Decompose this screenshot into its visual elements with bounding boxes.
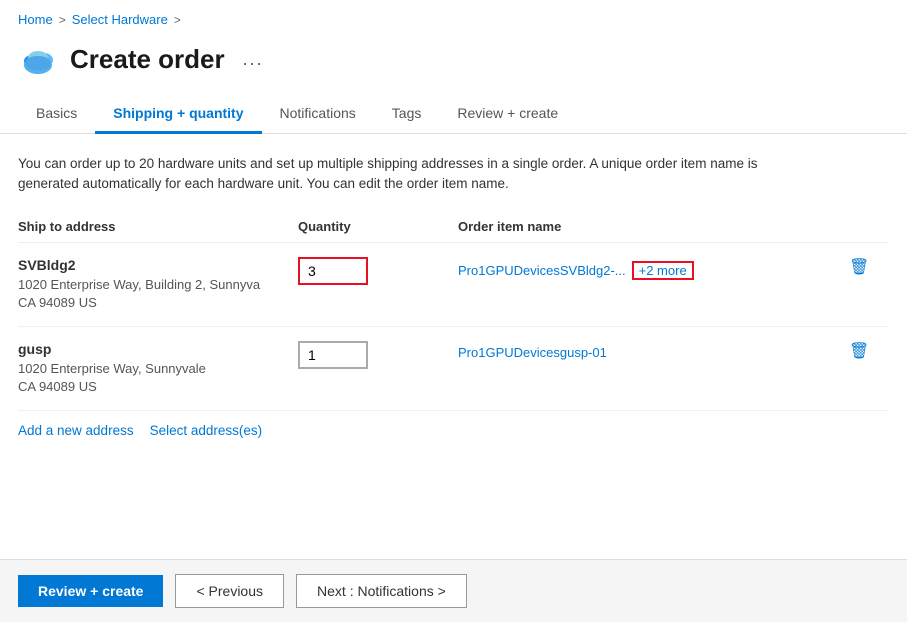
address-line1-1: 1020 Enterprise Way, Building 2, Sunnyva xyxy=(18,276,298,294)
quantity-cell-1 xyxy=(298,257,458,285)
address-line1-2: 1020 Enterprise Way, Sunnyvale xyxy=(18,360,298,378)
table-row: gusp 1020 Enterprise Way, Sunnyvale CA 9… xyxy=(18,327,889,411)
table-row: SVBldg2 1020 Enterprise Way, Building 2,… xyxy=(18,243,889,327)
cloud-icon xyxy=(18,39,58,79)
breadcrumb: Home > Select Hardware > xyxy=(0,0,907,35)
address-cell-2: gusp 1020 Enterprise Way, Sunnyvale CA 9… xyxy=(18,341,298,396)
col-quantity: Quantity xyxy=(298,219,458,234)
page-header: Create order ... xyxy=(0,35,907,95)
col-ship-to: Ship to address xyxy=(18,219,298,234)
order-items-cell-2: Pro1GPUDevicesgusp-01 xyxy=(458,341,849,360)
address-name-1: SVBldg2 xyxy=(18,257,298,273)
delete-icon-2[interactable]: 🗑 xyxy=(849,341,869,360)
address-line2-2: CA 94089 US xyxy=(18,378,298,396)
breadcrumb-select-hardware[interactable]: Select Hardware xyxy=(72,12,168,27)
quantity-input-2[interactable] xyxy=(298,341,368,369)
order-link-1[interactable]: Pro1GPUDevicesSVBldg2-... xyxy=(458,263,626,278)
tab-basics[interactable]: Basics xyxy=(18,95,95,134)
delete-cell-1: 🗑 xyxy=(849,257,889,277)
order-items-cell-1: Pro1GPUDevicesSVBldg2-... +2 more xyxy=(458,257,849,280)
more-button[interactable]: ... xyxy=(243,49,264,70)
tab-notifications[interactable]: Notifications xyxy=(262,95,374,134)
review-create-button[interactable]: Review + create xyxy=(18,575,163,607)
main-content: You can order up to 20 hardware units an… xyxy=(0,134,907,454)
quantity-cell-2 xyxy=(298,341,458,369)
breadcrumb-sep2: > xyxy=(174,13,181,27)
tabs-bar: Basics Shipping + quantity Notifications… xyxy=(0,95,907,134)
col-order-item: Order item name xyxy=(458,219,849,234)
select-addresses-link[interactable]: Select address(es) xyxy=(150,423,263,438)
delete-icon-1[interactable]: 🗑 xyxy=(849,257,869,276)
tab-shipping[interactable]: Shipping + quantity xyxy=(95,95,261,134)
footer: Review + create < Previous Next : Notifi… xyxy=(0,559,907,622)
address-cell-1: SVBldg2 1020 Enterprise Way, Building 2,… xyxy=(18,257,298,312)
add-address-link[interactable]: Add a new address xyxy=(18,423,134,438)
address-name-2: gusp xyxy=(18,341,298,357)
more-badge-1[interactable]: +2 more xyxy=(632,261,694,280)
quantity-input-1[interactable] xyxy=(298,257,368,285)
page-title: Create order xyxy=(70,44,225,75)
tab-tags[interactable]: Tags xyxy=(374,95,440,134)
delete-cell-2: 🗑 xyxy=(849,341,889,361)
description-text: You can order up to 20 hardware units an… xyxy=(18,154,818,195)
breadcrumb-sep1: > xyxy=(59,13,66,27)
table-header: Ship to address Quantity Order item name xyxy=(18,219,889,243)
address-line2-1: CA 94089 US xyxy=(18,294,298,312)
previous-button[interactable]: < Previous xyxy=(175,574,284,608)
breadcrumb-home[interactable]: Home xyxy=(18,12,53,27)
next-notifications-button[interactable]: Next : Notifications > xyxy=(296,574,467,608)
order-link-2[interactable]: Pro1GPUDevicesgusp-01 xyxy=(458,345,607,360)
add-links: Add a new address Select address(es) xyxy=(18,423,889,438)
tab-review[interactable]: Review + create xyxy=(439,95,576,134)
